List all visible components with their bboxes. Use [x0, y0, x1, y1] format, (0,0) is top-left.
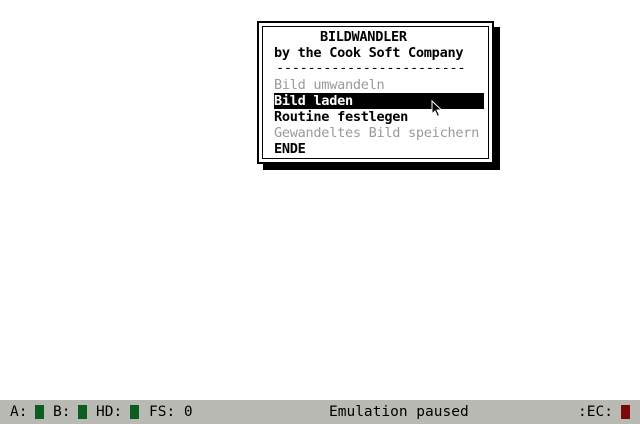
- menu-item-bild-umwandeln[interactable]: Bild umwandeln: [274, 77, 385, 93]
- bildwandler-dialog: BILDWANDLER by the Cook Soft Company ---…: [257, 21, 494, 164]
- emulation-status-text: Emulation paused: [329, 404, 469, 420]
- ec-label: :EC:: [578, 404, 613, 420]
- menu-item-bild-laden[interactable]: Bild laden: [274, 93, 484, 109]
- drive-a-led-icon: [35, 405, 44, 419]
- mouse-pointer-icon: [431, 100, 443, 118]
- drive-b-label: B:: [53, 404, 71, 420]
- drive-hd-led-icon: [130, 405, 139, 419]
- fs-label: FS: 0: [149, 404, 193, 420]
- menu-item-bild-speichern[interactable]: Gewandeltes Bild speichern: [274, 125, 479, 141]
- dialog-title: BILDWANDLER: [320, 29, 407, 45]
- drive-b-led-icon: [78, 405, 87, 419]
- emulator-status-bar: A: B: HD: FS: 0 Emulation paused :EC:: [0, 400, 640, 424]
- drive-hd-label: HD:: [96, 404, 123, 420]
- ec-led-icon: [621, 405, 630, 419]
- drive-a-label: A:: [10, 404, 28, 420]
- menu-item-ende[interactable]: ENDE: [274, 141, 306, 157]
- dialog-separator: ------------------------: [276, 60, 466, 76]
- dialog-subtitle: by the Cook Soft Company: [274, 45, 464, 61]
- menu-item-routine-festlegen[interactable]: Routine festlegen: [274, 109, 408, 125]
